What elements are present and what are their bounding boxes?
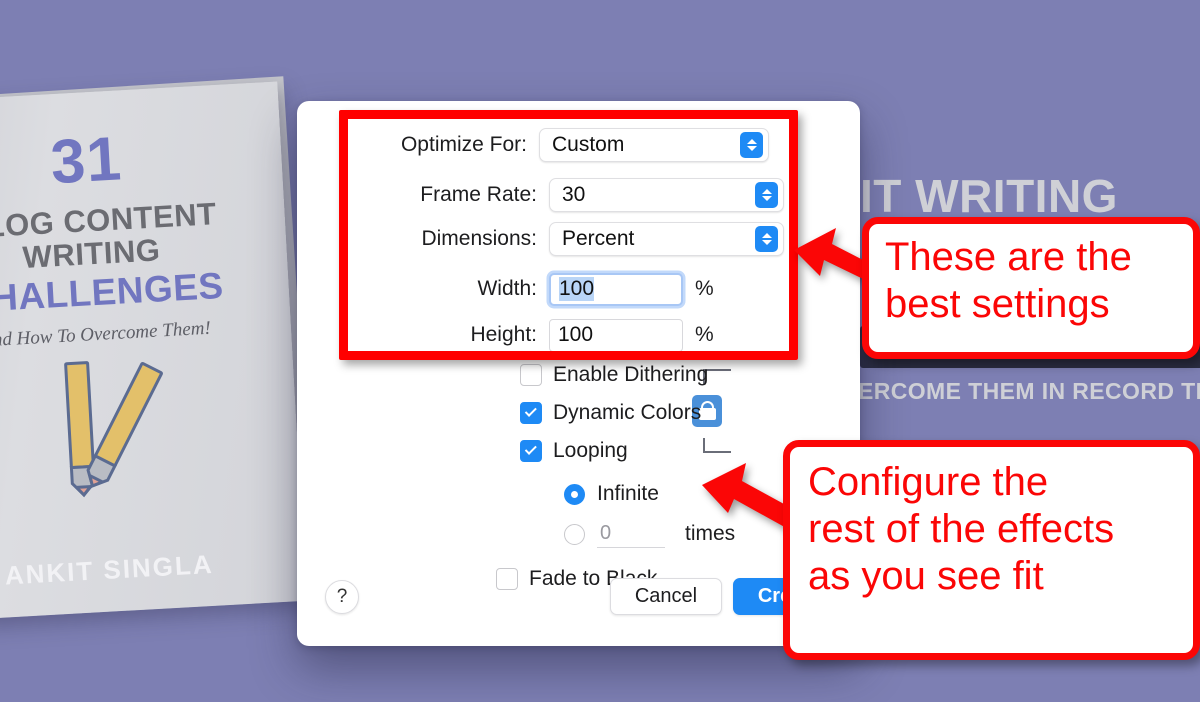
cancel-button[interactable]: Cancel [610, 578, 722, 615]
radio-selected-icon[interactable] [564, 483, 585, 505]
callout-line-1: Configure the [808, 460, 1049, 504]
screenshot-root: 31 BLOG CONTENT WRITING CHALLENGES And H… [0, 0, 1200, 702]
callout-line-1: These are the [885, 235, 1132, 279]
checkbox-checked-icon[interactable] [520, 402, 542, 424]
book-number: 31 [48, 124, 124, 198]
callout-configure-effects: Configure the rest of the effects as you… [783, 440, 1200, 660]
background-headline-bottom: ERCOME THEM IN RECORD TIM [858, 378, 1200, 404]
callout-line-2: best settings [885, 282, 1110, 327]
checkbox-label: Looping [553, 439, 628, 462]
checkbox-checked-icon[interactable] [520, 440, 542, 462]
radio-label: Infinite [597, 482, 659, 505]
checkbox-dynamic-colors[interactable]: Dynamic Colors [520, 397, 735, 429]
checkbox-label: Enable Dithering [553, 363, 709, 386]
cancel-label: Cancel [634, 585, 698, 607]
checkbox-icon[interactable] [520, 364, 542, 386]
help-button[interactable]: ? [325, 580, 359, 614]
book-author: ANKIT SINGLA [4, 548, 215, 591]
checkbox-icon[interactable] [496, 568, 518, 590]
loop-times-value: 0 [600, 522, 612, 544]
checkbox-enable-dithering[interactable]: Enable Dithering [520, 359, 735, 391]
callout-best-settings: These are the best settings [862, 217, 1200, 359]
help-label: ? [336, 586, 348, 607]
radio-icon[interactable] [564, 523, 585, 545]
checkbox-label: Dynamic Colors [553, 401, 702, 424]
callout-line-3: as you see fit [808, 554, 1044, 599]
callout-line-2: rest of the effects [808, 507, 1115, 552]
book-subtitle: And How To Overcome Them! [0, 317, 212, 352]
loop-times-input[interactable]: 0 [597, 520, 665, 548]
book-cover: 31 BLOG CONTENT WRITING CHALLENGES And H… [0, 81, 307, 623]
pencils-illustration [0, 350, 287, 520]
highlight-box-settings [339, 110, 798, 360]
